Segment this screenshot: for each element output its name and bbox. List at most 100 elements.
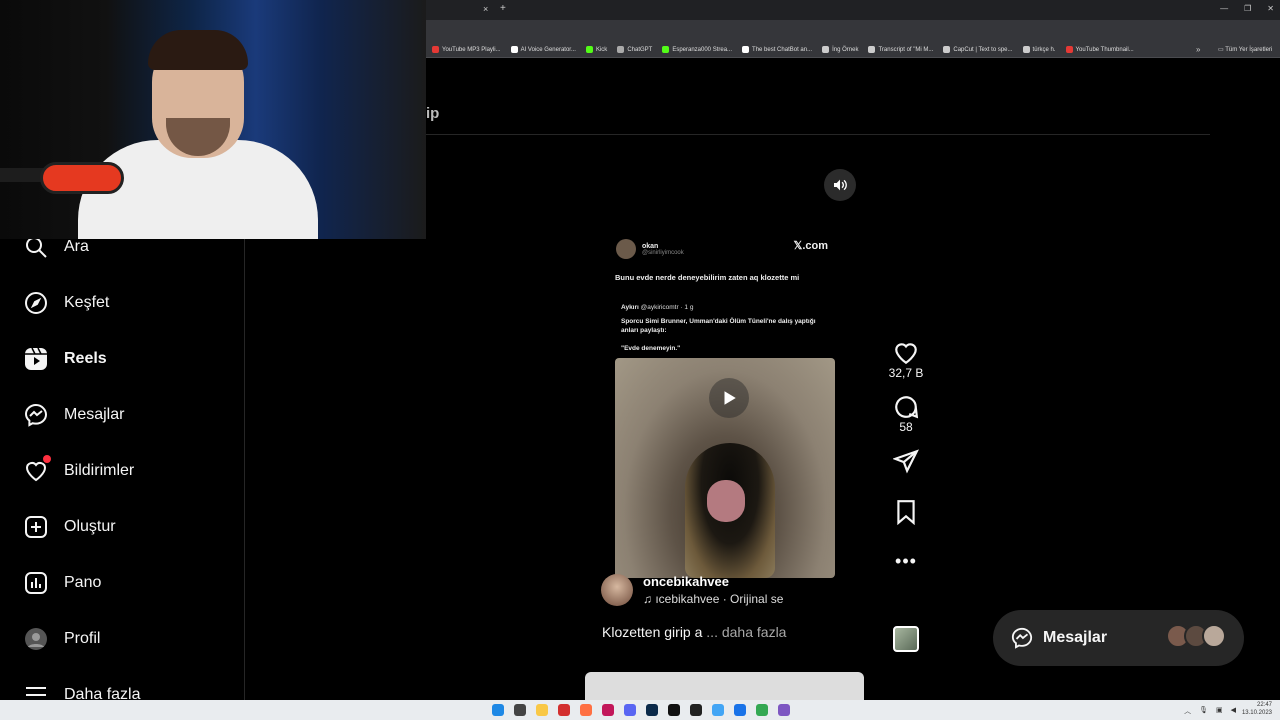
network-icon[interactable]: ▣ [1216,706,1223,716]
tab-close-icon[interactable]: × [483,4,488,14]
speaker-icon [834,179,847,191]
tweet-user: okan @sinirliyimcook [616,239,684,259]
bookmark-favicon-icon [822,46,830,53]
reel-author: oncebikahvee ♫ ıcebikahvee · Orijinal se [601,574,783,606]
bookmark-label: YouTube Thumbnail... [1075,46,1134,53]
bookmark-item[interactable]: Transcript of "Mi M... [868,46,933,53]
sidebar-item-reels[interactable]: Reels [24,347,107,371]
next-reel-preview[interactable] [585,672,864,700]
system-tray: ︿ 🎙︎ ▣ ◀ [1184,706,1236,716]
bookmark-label: The best ChatBot an... [752,46,813,53]
sidebar-item-label: Keşfet [64,294,110,311]
bookmark-item[interactable]: YouTube MP3 Playli... [432,46,501,53]
minimize-icon[interactable]: — [1220,4,1228,13]
bookmark-item[interactable]: Esperanza000 Strea... [662,46,732,53]
sidebar-item-profile[interactable]: Profil [24,627,100,651]
clock-time: 22:47 [1256,702,1272,708]
bookmark-icon[interactable] [893,499,919,525]
bookmark-favicon-icon [432,46,439,53]
instagram-icon[interactable] [602,704,614,716]
bookmark-favicon-icon [742,46,750,53]
new-tab-button[interactable]: + [500,3,506,14]
taskbar-apps [492,704,790,716]
bookmark-label: Esperanza000 Strea... [672,46,733,53]
tweet-text: Bunu evde nerde deneyebilirim zaten aq k… [615,273,800,282]
all-bookmarks-folder[interactable]: ▭ Tüm Yer İşaretleri [1218,46,1272,53]
windows-start-icon[interactable] [492,704,504,716]
bookmark-item[interactable]: CapCut | Text to spe... [943,46,1013,53]
bookmark-item[interactable]: AI Voice Generator... [510,46,576,53]
taskview-icon[interactable] [514,704,526,716]
bookmark-item[interactable]: The best ChatBot an... [742,46,812,53]
diver [707,480,745,522]
discord-icon[interactable] [624,704,636,716]
more-options-icon[interactable]: ••• [895,551,917,572]
audio-label[interactable]: ♫ ıcebikahvee · Orijinal se [643,592,783,606]
window-controls: — ❐ ✕ [1220,4,1274,13]
mic-icon[interactable]: 🎙︎ [1199,706,1208,716]
heart-icon[interactable] [893,340,919,366]
tiktok-icon[interactable] [668,704,680,716]
bookmark-item[interactable]: İng Örnek [822,46,858,53]
messages-pill-label: Mesajlar [1043,629,1108,646]
messages-pill[interactable]: Mesajlar [993,610,1244,666]
audio-thumbnail[interactable] [893,626,919,652]
app-icon[interactable] [712,704,724,716]
reel-caption: Klozetten girip a ... daha fazla [602,624,786,640]
quote-name: Aykırı [621,304,639,311]
sidebar-item-label: Mesajlar [64,406,125,423]
browser-icon[interactable] [734,704,746,716]
chrome-icon[interactable] [756,704,768,716]
quote-subtext: "Evde denemeyin." [621,345,681,352]
comment-icon[interactable] [893,394,919,420]
sidebar-item-explore[interactable]: Keşfet [24,291,109,315]
bookmark-label: İng Örnek [832,46,859,53]
bookmark-item[interactable]: ChatGPT [617,46,652,53]
chevron-up-icon[interactable]: ︿ [1184,706,1191,716]
bookmarks-overflow-icon[interactable]: » [1196,45,1200,54]
avatar [1202,624,1226,648]
reel-video[interactable]: okan @sinirliyimcook 𝕏.com Bunu evde ner… [585,215,864,610]
close-window-icon[interactable]: ✕ [1267,4,1274,13]
comment-action: 58 [893,394,919,434]
sidebar-item-messages[interactable]: Mesajlar [24,403,124,427]
send-icon[interactable] [893,448,919,474]
webcam-overlay [0,0,426,239]
app-icon[interactable] [558,704,570,716]
all-bookmarks-label: Tüm Yer İşaretleri [1225,47,1273,53]
app-icon[interactable] [580,704,592,716]
author-avatar[interactable] [601,574,633,606]
volume-icon[interactable]: ◀ [1231,706,1236,716]
file-explorer-icon[interactable] [536,704,548,716]
bookmark-favicon-icon [510,46,518,53]
reels-icon [25,347,47,370]
capcut-icon[interactable] [690,704,702,716]
tweet-avatar [616,239,636,259]
save-action [893,499,919,525]
reel-actions: 32,7 B 58 ••• [882,340,930,572]
sidebar-item-dashboard[interactable]: Pano [24,571,101,595]
bookmark-item[interactable]: Kick [585,46,608,53]
sidebar-item-label: Profil [64,630,101,647]
message-avatars [1166,624,1226,648]
bookmark-item[interactable]: türkçe h. [1022,46,1056,53]
author-username[interactable]: oncebikahvee [643,574,783,589]
bookmark-favicon-icon [1022,46,1030,53]
sidebar-item-notifications[interactable]: Bildirimler [24,455,134,483]
folder-icon: ▭ [1218,47,1224,53]
like-action: 32,7 B [889,340,923,380]
volume-button[interactable] [824,169,856,201]
bookmark-label: Kick [595,46,608,53]
clock[interactable]: 22:47 13.10.2023 [1242,702,1272,718]
play-icon [724,391,736,405]
photoshop-icon[interactable] [646,704,658,716]
app-icon[interactable] [778,704,790,716]
caption-more-link[interactable]: ... daha fazla [706,624,786,640]
notification-dot [43,455,51,463]
tweet-name: okan [642,242,659,250]
maximize-icon[interactable]: ❐ [1244,4,1251,13]
play-button[interactable] [709,378,749,418]
bookmark-label: türkçe h. [1032,46,1056,53]
bookmark-item[interactable]: YouTube Thumbnail... [1065,46,1134,53]
sidebar-item-create[interactable]: Oluştur [24,515,116,539]
